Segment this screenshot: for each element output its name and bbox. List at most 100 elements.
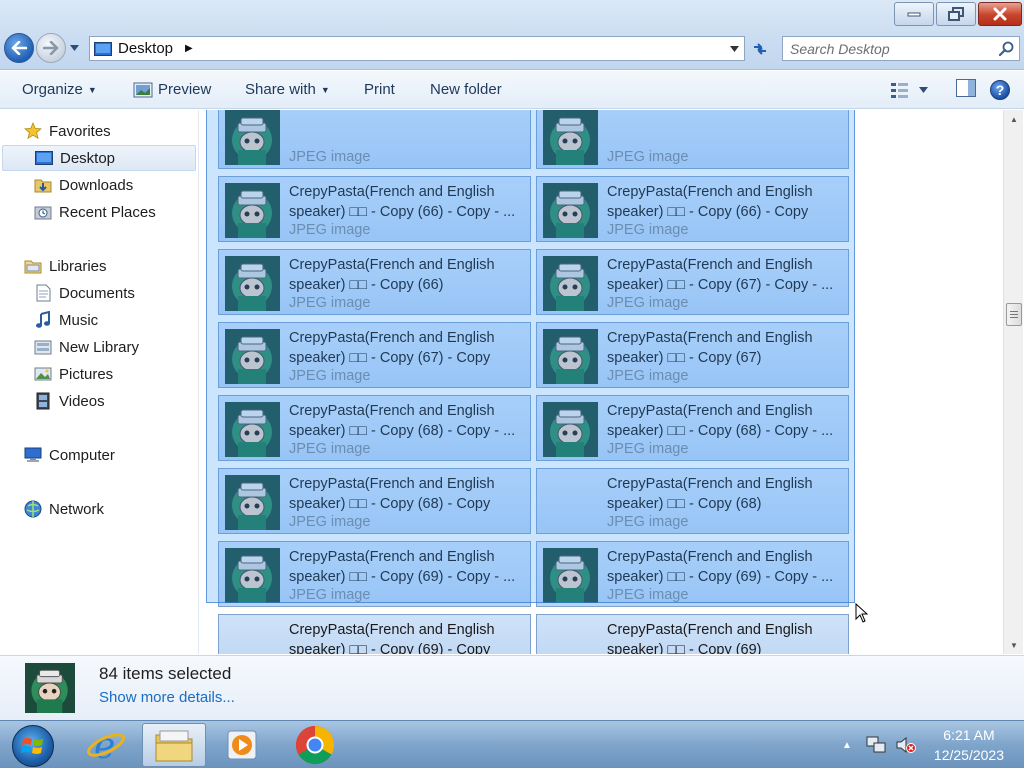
scroll-thumb[interactable]: [1006, 303, 1022, 326]
nav-music[interactable]: Music: [34, 307, 98, 333]
forward-arrow-icon: [43, 41, 59, 55]
window-controls: [894, 2, 1022, 26]
system-tray: ▲ 6:21 AM 12/25/2023: [842, 721, 1024, 768]
breadcrumb-arrow-icon[interactable]: ▶: [185, 43, 193, 54]
organize-menu[interactable]: Organize ▼: [22, 71, 97, 109]
windows-logo-icon: [21, 738, 43, 754]
nav-label: Computer: [49, 446, 115, 464]
nav-label: New Library: [59, 338, 140, 356]
title-bar: Desktop ▶: [0, 0, 1024, 70]
address-bar[interactable]: Desktop ▶: [89, 36, 745, 61]
file-list[interactable]: JPEG image JPEG image CrepyPasta(French an…: [200, 110, 1003, 654]
change-view-button[interactable]: [891, 82, 928, 98]
network-status-icon[interactable]: [866, 735, 886, 755]
search-box[interactable]: [782, 36, 1020, 61]
refresh-button[interactable]: [746, 36, 774, 61]
taskbar-internet-explorer[interactable]: e: [74, 723, 138, 767]
view-options-icon: [891, 83, 908, 98]
music-icon: [34, 311, 52, 329]
system-clock[interactable]: 6:21 AM 12/25/2023: [934, 725, 1004, 765]
svg-text:e: e: [94, 726, 115, 765]
show-hidden-icons-button[interactable]: ▲: [842, 740, 852, 751]
show-more-details-link[interactable]: Show more details...: [99, 689, 235, 706]
nav-new-library[interactable]: New Library: [34, 334, 139, 360]
file-name: CrepyPasta(French and English speaker) □…: [607, 622, 813, 654]
preview-icon: [133, 82, 153, 97]
details-pane: 84 items selected Show more details...: [0, 655, 1024, 720]
internet-explorer-icon: e: [87, 726, 125, 765]
new-folder-button[interactable]: New folder: [430, 71, 502, 109]
taskbar-chrome[interactable]: [283, 723, 347, 767]
restore-icon: [948, 7, 964, 21]
start-button[interactable]: [12, 725, 54, 767]
network-icon: [24, 500, 42, 518]
chevron-down-icon: [729, 45, 739, 52]
preview-button[interactable]: Preview: [133, 71, 211, 109]
nav-network[interactable]: Network: [24, 496, 104, 522]
file-tile[interactable]: CrepyPasta(French and English speaker) □…: [218, 614, 531, 654]
nav-label: Favorites: [49, 122, 111, 140]
documents-icon: [34, 284, 52, 302]
back-arrow-icon: [11, 41, 27, 55]
volume-muted-icon[interactable]: [896, 735, 916, 755]
share-with-menu[interactable]: Share with ▼: [245, 71, 330, 109]
toolbar-right: ?: [891, 71, 1010, 109]
share-with-label: Share with: [245, 81, 316, 98]
forward-button[interactable]: [36, 33, 66, 63]
taskbar-file-explorer[interactable]: [142, 723, 206, 767]
nav-label: Documents: [59, 284, 135, 302]
search-icon[interactable]: [999, 41, 1015, 57]
nav-desktop[interactable]: Desktop: [2, 145, 196, 171]
drag-selection-rectangle: [206, 110, 855, 603]
preview-label: Preview: [158, 81, 212, 98]
videos-icon: [34, 392, 52, 410]
nav-downloads[interactable]: Downloads: [34, 172, 133, 198]
search-input[interactable]: [783, 40, 993, 57]
nav-libraries[interactable]: Libraries: [24, 253, 107, 279]
file-tile[interactable]: CrepyPasta(French and English speaker) □…: [536, 614, 849, 654]
back-button[interactable]: [4, 33, 34, 63]
nav-documents[interactable]: Documents: [34, 280, 135, 306]
organize-label: Organize: [22, 81, 83, 98]
preview-pane-button[interactable]: [956, 78, 976, 102]
chevron-down-icon: [919, 87, 928, 93]
selection-count: 84 items selected: [99, 664, 232, 683]
refresh-icon: [754, 42, 766, 55]
help-icon[interactable]: ?: [990, 80, 1010, 100]
nav-recent-places[interactable]: Recent Places: [34, 199, 156, 225]
vertical-scrollbar[interactable]: ▲ ▼: [1003, 110, 1023, 654]
pictures-icon: [34, 365, 52, 383]
navigation-pane: Favorites Desktop Downloads Recent Place…: [0, 110, 199, 654]
print-button[interactable]: Print: [364, 71, 395, 109]
recent-pages-dropdown[interactable]: [69, 38, 79, 58]
star-icon: [24, 122, 42, 140]
chevron-down-icon: ▼: [320, 84, 330, 95]
clock-date: 12/25/2023: [933, 747, 1004, 763]
nav-videos[interactable]: Videos: [34, 388, 105, 414]
desktop-icon: [94, 41, 112, 56]
nav-label: Recent Places: [59, 203, 156, 221]
computer-icon: [24, 446, 42, 464]
chrome-icon: [295, 725, 335, 765]
minimize-button[interactable]: [894, 2, 934, 26]
libraries-icon: [24, 257, 42, 275]
scroll-down-button[interactable]: ▼: [1004, 636, 1024, 654]
address-dropdown[interactable]: [724, 37, 744, 60]
maximize-button[interactable]: [936, 2, 976, 26]
nav-label: Videos: [59, 392, 105, 410]
scroll-up-button[interactable]: ▲: [1004, 110, 1024, 128]
nav-pictures[interactable]: Pictures: [34, 361, 113, 387]
close-button[interactable]: [978, 2, 1022, 26]
nav-computer[interactable]: Computer: [24, 442, 115, 468]
command-bar: Organize ▼ Preview Share with ▼ Print New …: [0, 71, 1024, 109]
nav-label: Music: [59, 311, 99, 329]
chevron-down-icon: ▼: [87, 84, 97, 95]
taskbar-media-player[interactable]: [210, 723, 274, 767]
nav-favorites[interactable]: Favorites: [24, 118, 111, 144]
library-icon: [34, 338, 52, 356]
file-name: CrepyPasta(French and English speaker) □…: [289, 622, 495, 654]
clock-time: 6:21 AM: [943, 727, 995, 743]
address-location[interactable]: Desktop: [118, 40, 173, 57]
nav-label: Desktop: [60, 149, 116, 167]
nav-label: Libraries: [49, 257, 107, 275]
